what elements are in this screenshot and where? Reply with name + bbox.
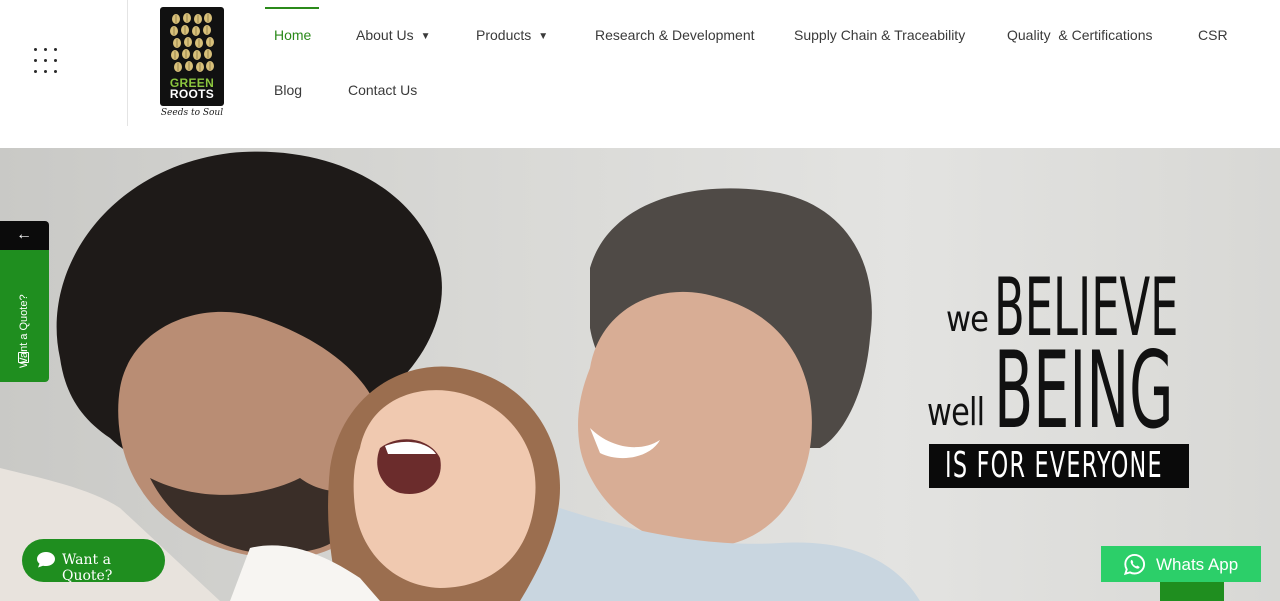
nav-label: Blog bbox=[274, 82, 303, 98]
slogan-well: well bbox=[927, 390, 985, 434]
nav-label: Quality & Certifications bbox=[1007, 27, 1153, 43]
side-quote-tab[interactable]: Want a Quote? bbox=[0, 250, 49, 382]
whatsapp-button[interactable]: Whats App bbox=[1101, 546, 1261, 582]
header-divider bbox=[127, 0, 128, 126]
chevron-down-icon: ▼ bbox=[420, 31, 431, 42]
nav-label: Home bbox=[274, 27, 312, 43]
nav-blog[interactable]: Blog bbox=[274, 82, 302, 98]
scroll-top-button[interactable] bbox=[1160, 582, 1224, 601]
nav-label: Contact Us bbox=[348, 82, 418, 98]
chevron-down-icon: ▼ bbox=[538, 31, 549, 42]
logo-text-roots: ROOTS bbox=[169, 87, 215, 101]
arrow-left-icon: ← bbox=[16, 226, 32, 243]
chat-bubble-icon bbox=[37, 552, 55, 568]
whatsapp-label: Whats App bbox=[1156, 555, 1239, 574]
site-logo[interactable]: GREEN ROOTS Seeds to Soul bbox=[159, 7, 225, 119]
nav-products[interactable]: Products ▼ bbox=[476, 27, 548, 46]
slogan-being: BEING bbox=[994, 329, 1174, 452]
grid-menu-icon[interactable] bbox=[34, 48, 58, 74]
nav-label: Research & Development bbox=[595, 27, 755, 43]
seeds-logo-icon bbox=[170, 13, 214, 72]
slogan-we: we bbox=[946, 299, 989, 340]
nav-active-indicator bbox=[265, 7, 319, 9]
nav-label: Products bbox=[476, 27, 532, 43]
logo-mark: GREEN ROOTS bbox=[160, 7, 224, 106]
site-header: GREEN ROOTS Seeds to Soul Home About Us ▼… bbox=[0, 0, 1280, 148]
nav-label: About Us bbox=[356, 27, 414, 43]
nav-home[interactable]: Home bbox=[274, 27, 311, 43]
side-quote-label: Want a Quote? bbox=[18, 294, 30, 368]
logo-tagline: Seeds to Soul bbox=[160, 108, 224, 118]
hero-banner: BELIEVE we BEING well IS FOR EVERYONE bbox=[0, 148, 1280, 601]
want-quote-button[interactable]: Want a Quote? bbox=[22, 539, 165, 584]
nav-label: CSR bbox=[1198, 27, 1228, 43]
want-quote-label: Want a Quote? bbox=[62, 552, 113, 584]
side-tab-toggle[interactable]: ← bbox=[0, 221, 49, 250]
nav-research-development[interactable]: Research & Development bbox=[595, 27, 755, 43]
nav-label: Supply Chain & Traceability bbox=[794, 27, 966, 43]
nav-quality-certifications[interactable]: Quality & Certifications bbox=[1007, 27, 1153, 43]
slogan-everyone-box: IS FOR EVERYONE bbox=[929, 444, 1189, 488]
nav-csr[interactable]: CSR bbox=[1198, 27, 1228, 43]
nav-supply-chain[interactable]: Supply Chain & Traceability bbox=[794, 27, 965, 43]
whatsapp-icon bbox=[1123, 553, 1146, 576]
nav-contact-us[interactable]: Contact Us bbox=[348, 82, 417, 98]
slogan-everyone: IS FOR EVERYONE bbox=[945, 445, 1163, 486]
nav-about-us[interactable]: About Us ▼ bbox=[356, 27, 431, 46]
hero-slogan: BELIEVE we BEING well IS FOR EVERYONE bbox=[926, 268, 1190, 490]
